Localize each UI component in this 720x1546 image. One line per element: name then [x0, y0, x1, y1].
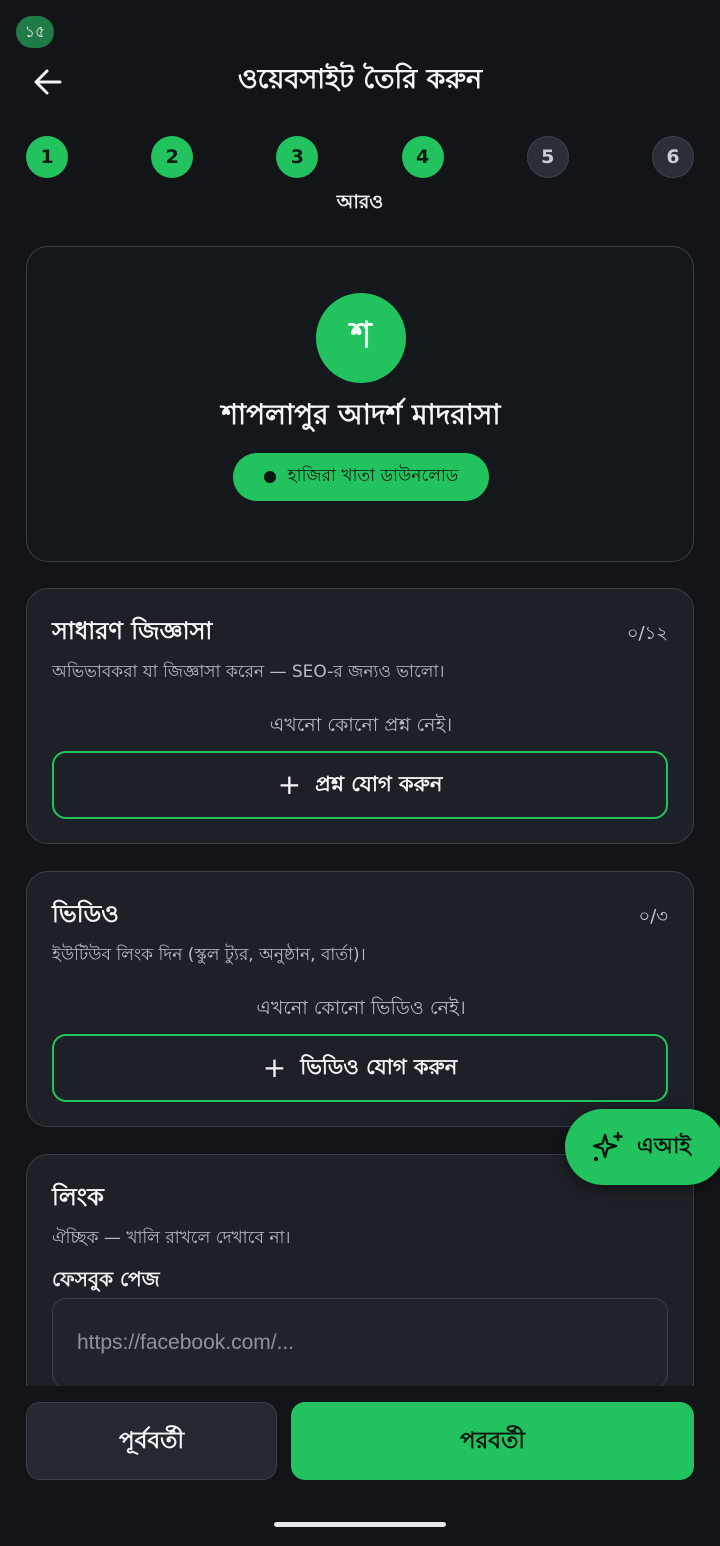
ai-assist-button[interactable]: এআই — [565, 1109, 720, 1185]
faq-card: সাধারণ জিজ্ঞাসা ০/১২ অভিভাবকরা যা জিজ্ঞা… — [26, 588, 694, 844]
video-card: ভিডিও ০/৩ ইউটিউব লিংক দিন (স্কুল ট্যুর, … — [26, 871, 694, 1127]
bottom-bar: পূর্ববর্তী পরবর্তী — [0, 1386, 720, 1546]
faq-empty-text: এখনো কোনো প্রশ্ন নেই। — [269, 714, 453, 736]
previous-button[interactable]: পূর্ববর্তী — [26, 1402, 277, 1480]
step-5[interactable]: 5 — [526, 136, 569, 178]
dot-icon — [263, 471, 276, 483]
step-caption: আরও — [336, 191, 384, 213]
add-video-button[interactable]: + ভিডিও যোগ করুন — [52, 1034, 668, 1102]
plus-icon: + — [277, 768, 302, 801]
arrow-left-icon — [34, 69, 62, 95]
school-name: শাপলাপুর আদর্শ মাদরাসা — [221, 398, 501, 431]
next-button[interactable]: পরবর্তী — [291, 1402, 694, 1480]
add-question-button[interactable]: + প্রশ্ন যোগ করুন — [52, 751, 668, 819]
faq-count: ০/১২ — [626, 623, 668, 644]
status-badge: ১৫ — [16, 16, 54, 48]
step-2[interactable]: 2 — [151, 136, 194, 178]
school-avatar: শ — [316, 293, 406, 383]
stepper: 1 2 3 4 5 6 — [26, 136, 694, 178]
attendance-download-label: হাজিরা খাতা ডাউনলোড — [287, 466, 459, 486]
home-indicator[interactable] — [274, 1522, 446, 1527]
step-4[interactable]: 4 — [401, 136, 444, 178]
video-description: ইউটিউব লিংক দিন (স্কুল ট্যুর, অনুষ্ঠান, … — [52, 945, 366, 965]
add-question-label: প্রশ্ন যোগ করুন — [315, 771, 443, 796]
step-1[interactable]: 1 — [26, 136, 68, 178]
video-title: ভিডিও — [52, 900, 119, 928]
attendance-download-button[interactable]: হাজিরা খাতা ডাউনলোড — [233, 453, 489, 501]
facebook-field-label: ফেসবুক পেজ — [52, 1267, 160, 1291]
links-title: লিংক — [52, 1183, 104, 1211]
video-empty-text: এখনো কোনো ভিডিও নেই। — [256, 997, 466, 1019]
links-description: ঐচ্ছিক — খালি রাখলে দেখাবে না। — [52, 1228, 291, 1248]
back-button[interactable] — [30, 64, 66, 100]
plus-icon: + — [262, 1051, 287, 1084]
sparkle-icon — [592, 1131, 623, 1162]
step-6[interactable]: 6 — [651, 136, 694, 178]
video-count: ০/৩ — [638, 906, 668, 927]
faq-description: অভিভাবকরা যা জিজ্ঞাসা করেন — SEO-র জন্যও… — [52, 662, 445, 682]
school-card: শ শাপলাপুর আদর্শ মাদরাসা হাজিরা খাতা ডাউ… — [26, 246, 694, 562]
ai-assist-label: এআই — [637, 1133, 691, 1159]
add-video-label: ভিডিও যোগ করুন — [300, 1054, 458, 1079]
step-3[interactable]: 3 — [276, 136, 319, 178]
facebook-url-input[interactable] — [52, 1298, 668, 1388]
faq-title: সাধারণ জিজ্ঞাসা — [52, 617, 213, 645]
header: ওয়েবসাইট তৈরি করুন — [0, 56, 720, 106]
page-title: ওয়েবসাইট তৈরি করুন — [237, 63, 483, 95]
